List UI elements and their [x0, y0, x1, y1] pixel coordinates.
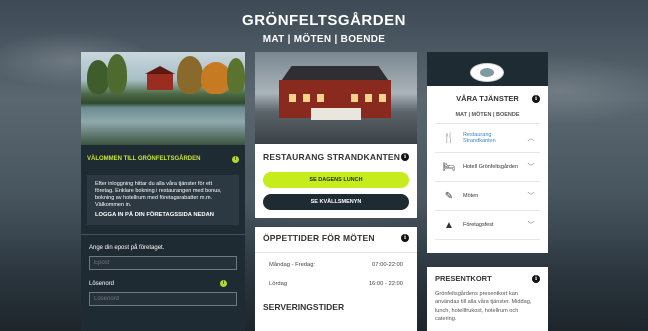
site-subtitle: MAT | MÖTEN | BOENDE — [262, 34, 386, 45]
party-icon: ▲ — [444, 219, 454, 231]
bed-icon: 🛏 — [442, 161, 456, 173]
lunch-button[interactable]: SE DAGENS LUNCH — [263, 172, 409, 188]
service-item-party[interactable]: ▲ Företagsfest ﹀ — [435, 211, 540, 240]
services-subtitle: MAT | MÖTEN | BOENDE — [455, 112, 520, 118]
hours-day: Måndag - Fredag: — [269, 262, 316, 268]
password-info-icon[interactable]: i — [220, 280, 227, 287]
info-icon[interactable]: i — [532, 274, 540, 283]
edit-icon: ✎ — [444, 190, 454, 202]
password-label: Lösenord — [89, 280, 115, 287]
serving-title: SERVERINGSTIDER — [263, 302, 345, 312]
giftcard-text: Grönfeltsgårdens presentkort kan använda… — [435, 291, 532, 322]
service-label: Möten — [463, 192, 479, 199]
info-icon[interactable]: i — [401, 153, 409, 161]
chevron-down-icon: ﹀ — [527, 193, 535, 200]
services-title: VÅRA TJÄNSTER — [456, 94, 519, 103]
info-icon[interactable]: i — [532, 94, 540, 103]
divider — [255, 252, 417, 253]
chevron-down-icon: ﹀ — [527, 222, 535, 229]
logo[interactable] — [470, 63, 504, 82]
lake-photo — [81, 52, 245, 145]
chevron-down-icon: ﹀ — [527, 164, 535, 171]
welcome-text: VÄLOMMEN TILL GRÖNFELTSGÅRDEN — [87, 156, 201, 162]
restaurant-title: RESTAURANG STRANDKANTEN — [263, 152, 401, 162]
site-title[interactable]: GRÖNFELTSGÅRDEN — [0, 12, 648, 29]
service-label: Hotell Grönfeltsgården — [463, 163, 519, 170]
services-column: VÅRA TJÄNSTER i MAT | MÖTEN | BOENDE 🍴 R… — [427, 52, 548, 331]
login-panel: VÄLOMMEN TILL GRÖNFELTSGÅRDEN i Efter in… — [81, 52, 245, 331]
hours-title: ÖPPETTIDER FÖR MÖTEN — [263, 233, 375, 243]
email-field[interactable] — [89, 256, 237, 270]
giftcard-card: PRESENTKORT i Grönfeltsgårdens presentko… — [427, 267, 548, 331]
hours-card: ÖPPETTIDER FÖR MÖTEN i Måndag - Fredag: … — [255, 227, 417, 331]
divider — [81, 234, 245, 235]
chevron-up-icon: ︿ — [527, 135, 535, 142]
intro-text: Efter inloggning hittar du alla våra tjä… — [95, 181, 222, 208]
restaurant-card: RESTAURANG STRANDKANTEN i SE DAGENS LUNC… — [255, 144, 417, 218]
giftcard-title: PRESENTKORT — [435, 274, 492, 283]
login-hint: LOGGA IN PÅ DIN FÖRETAGSSIDA NEDAN — [95, 212, 214, 218]
logo-strip — [427, 52, 548, 86]
email-label: Ange din epost på företaget. — [89, 245, 165, 251]
hours-row: Lördag 16:00 - 22:00 — [263, 281, 409, 287]
hours-time: 16:00 - 22:00 — [368, 281, 403, 287]
welcome-bar: VÄLOMMEN TILL GRÖNFELTSGÅRDEN i — [81, 153, 245, 165]
service-label: Företagsfest — [463, 221, 494, 228]
info-icon[interactable]: i — [232, 155, 239, 163]
evening-menu-button[interactable]: SE KVÄLLSMENYN — [263, 194, 409, 210]
password-field[interactable] — [89, 292, 237, 306]
intro-box: Efter inloggning hittar du alla våra tjä… — [87, 175, 239, 225]
service-item-restaurant[interactable]: 🍴 Restaurang Strandkanten ︿ — [435, 124, 540, 153]
service-label: Restaurang Strandkanten — [463, 131, 496, 145]
info-icon[interactable]: i — [401, 234, 409, 242]
services-list: 🍴 Restaurang Strandkanten ︿ 🛏 Hotell Grö… — [435, 123, 540, 240]
cutlery-icon: 🍴 — [442, 132, 456, 144]
hours-row: Måndag - Fredag: 07:00-22:00 — [263, 262, 409, 268]
hours-day: Lördag — [269, 281, 288, 287]
service-item-meetings[interactable]: ✎ Möten ﹀ — [435, 182, 540, 211]
site-header: GRÖNFELTSGÅRDEN MAT | MÖTEN | BOENDE — [0, 12, 648, 45]
hours-time: 07:00-22:00 — [372, 262, 403, 268]
restaurant-photo — [255, 52, 417, 144]
restaurant-column: RESTAURANG STRANDKANTEN i SE DAGENS LUNC… — [255, 52, 417, 331]
services-card: VÅRA TJÄNSTER i MAT | MÖTEN | BOENDE 🍴 R… — [427, 86, 548, 253]
service-item-hotel[interactable]: 🛏 Hotell Grönfeltsgården ﹀ — [435, 153, 540, 182]
